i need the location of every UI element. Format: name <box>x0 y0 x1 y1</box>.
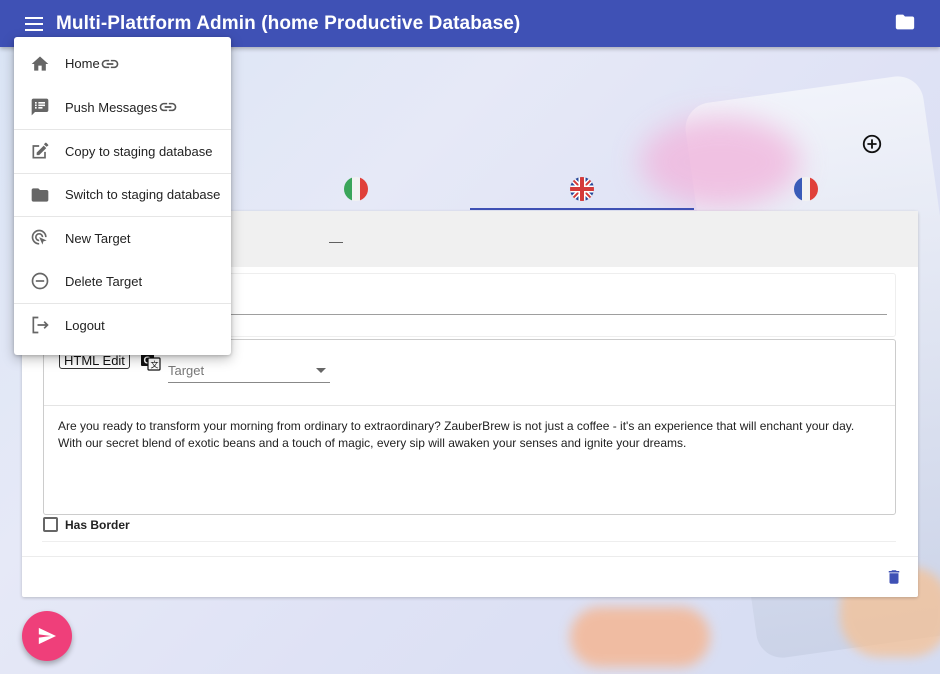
has-border-checkbox[interactable] <box>43 517 58 532</box>
menu-item-label: Home <box>65 56 100 72</box>
menu-item-label: Copy to staging database <box>65 143 213 159</box>
has-border-checkbox-row[interactable]: Has Border <box>43 517 130 532</box>
menu-item-label: Logout <box>65 317 105 333</box>
background-shape <box>570 607 710 667</box>
menu-item-label: Switch to staging database <box>65 187 221 203</box>
tab-english[interactable] <box>470 170 694 210</box>
folder-icon <box>30 185 50 205</box>
tab-french[interactable] <box>694 170 918 210</box>
edit-icon <box>30 141 50 161</box>
uk-flag-icon <box>570 177 594 201</box>
menu-item-home[interactable]: Home <box>14 42 231 86</box>
divider <box>22 556 918 557</box>
logout-icon <box>30 315 50 335</box>
link-icon <box>158 101 178 113</box>
message-icon <box>30 97 50 117</box>
target-select[interactable]: Target <box>168 359 330 383</box>
menu-item-label: Push Messages <box>65 99 158 115</box>
menu-item-switch-to-staging[interactable]: Switch to staging database <box>14 172 231 217</box>
app-title: Multi-Plattform Admin (home Productive D… <box>56 12 521 34</box>
menu-item-push-messages[interactable]: Push Messages <box>14 86 231 130</box>
translate-icon[interactable]: G 文 <box>141 353 161 371</box>
add-circle-icon[interactable] <box>861 133 885 157</box>
editor-content[interactable]: Are you ready to transform your morning … <box>44 406 895 464</box>
italy-flag-icon <box>344 177 368 201</box>
folder-icon[interactable] <box>894 11 918 35</box>
svg-text:文: 文 <box>151 360 159 370</box>
send-icon <box>38 627 56 645</box>
menu-item-label: New Target <box>65 230 131 246</box>
target-select-placeholder: Target <box>168 363 205 378</box>
hamburger-menu-icon[interactable] <box>22 14 46 34</box>
send-button[interactable] <box>22 611 72 661</box>
minus-circle-icon <box>30 271 50 291</box>
has-border-label: Has Border <box>65 517 130 532</box>
menu-item-delete-target[interactable]: Delete Target <box>14 260 231 304</box>
trash-icon[interactable] <box>885 567 905 587</box>
menu-item-label: Delete Target <box>65 273 143 289</box>
target-icon <box>30 228 50 248</box>
rich-text-editor: HTML Edit G 文 Target Are you ready to tr… <box>43 339 896 515</box>
link-icon <box>100 58 120 70</box>
menu-item-new-target[interactable]: New Target <box>14 216 231 260</box>
tab-italian[interactable] <box>244 170 468 210</box>
home-icon <box>30 54 50 74</box>
france-flag-icon <box>794 177 818 201</box>
menu-item-logout[interactable]: Logout <box>14 303 231 347</box>
navigation-menu: Home Push Messages Copy to staging datab… <box>14 37 231 355</box>
chevron-down-icon <box>316 368 326 373</box>
divider <box>42 541 896 542</box>
header-dash: — <box>329 233 343 249</box>
menu-item-copy-to-staging[interactable]: Copy to staging database <box>14 129 231 173</box>
